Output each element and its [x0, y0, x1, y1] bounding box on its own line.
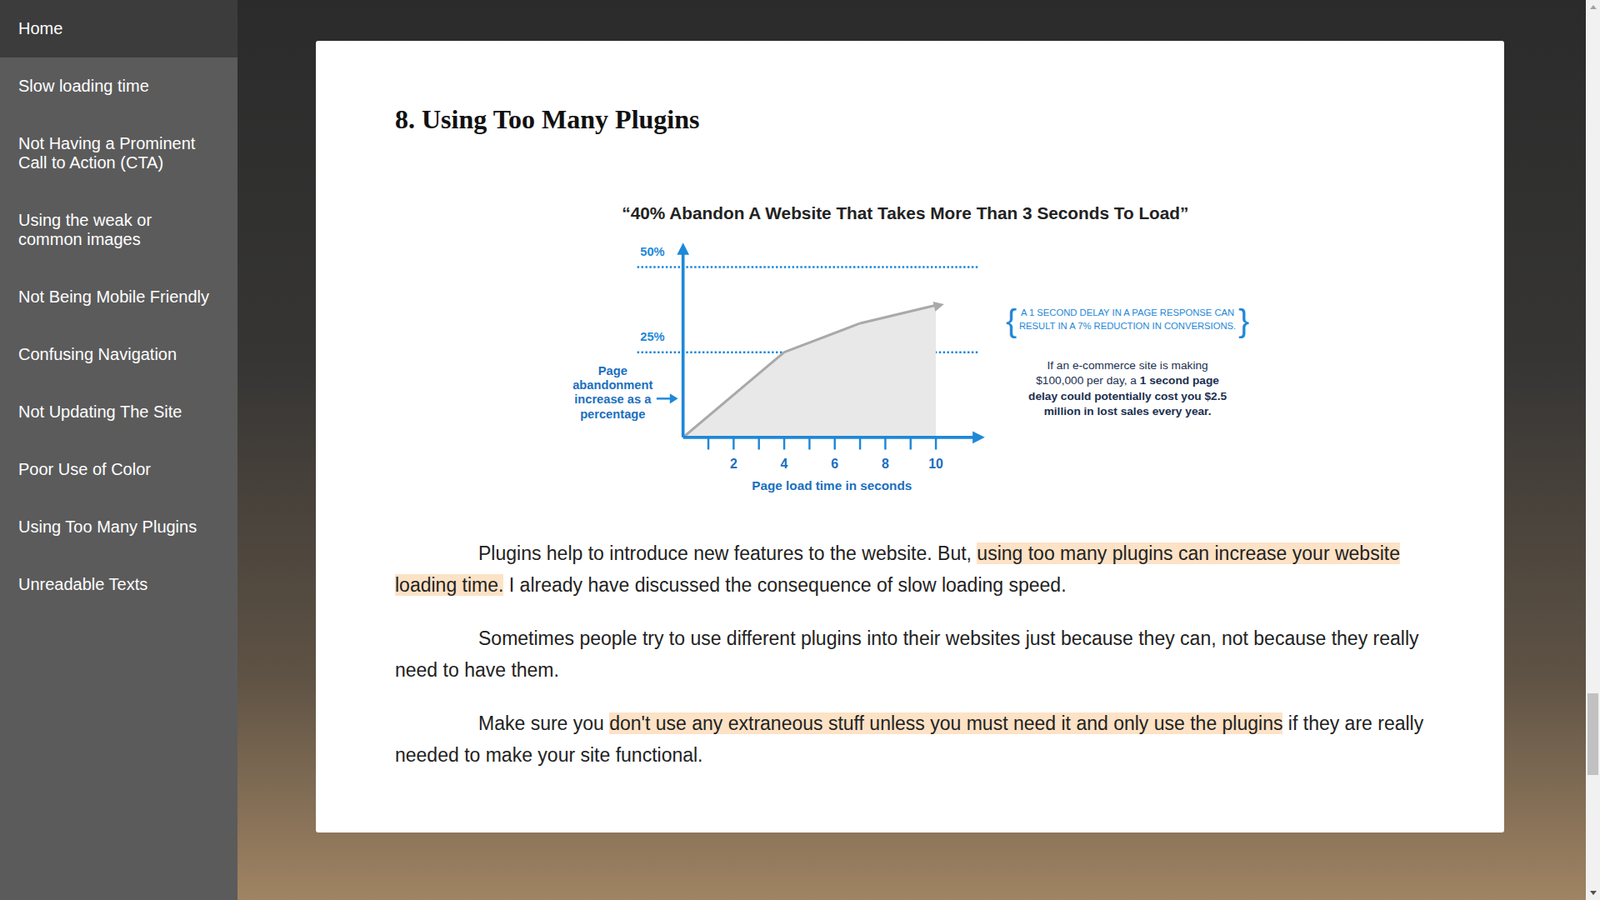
x-axis — [682, 435, 975, 440]
y-axis-label: percentage — [580, 407, 645, 421]
content-area: 8. Using Too Many Plugins “40% Abandon A … — [237, 0, 1586, 900]
x-tick-label: 6 — [830, 456, 839, 471]
sidebar-item[interactable]: Poor Use of Color — [0, 440, 238, 499]
x-axis-arrow-icon — [972, 430, 985, 444]
y-tick-label: 50% — [640, 245, 665, 259]
sidebar-item[interactable]: Slow loading time — [0, 57, 238, 115]
article-body: Plugins help to introduce new features t… — [395, 537, 1425, 771]
note-line: If an e-commerce site is making — [1046, 359, 1208, 372]
y-axis-label: increase as a — [574, 392, 652, 406]
x-tick-label: 4 — [780, 456, 788, 471]
callout-open-brace: { — [1005, 302, 1017, 339]
article-heading: 8. Using Too Many Plugins — [395, 103, 1425, 135]
series-area — [682, 305, 935, 438]
series-segment — [860, 305, 936, 324]
x-tick — [782, 437, 785, 450]
article-card: 8. Using Too Many Plugins “40% Abandon A … — [315, 40, 1505, 833]
paragraph: Plugins help to introduce new features t… — [395, 537, 1425, 601]
x-axis-label: Page load time in seconds — [751, 478, 912, 493]
x-tick-label: 2 — [729, 456, 737, 471]
text: Plugins help to introduce new features t… — [478, 542, 977, 565]
chart-title: “40% Abandon A Website That Takes More T… — [621, 203, 1189, 223]
y-label-arrow-icon — [655, 393, 678, 404]
sidebar-item[interactable]: Using Too Many Plugins — [0, 498, 238, 556]
x-tick — [732, 437, 735, 450]
sidebar-item[interactable]: Not Being Mobile Friendly — [0, 268, 238, 326]
note-line: million in lost sales every year. — [1043, 405, 1211, 418]
sidebar-item[interactable]: Home — [0, 0, 238, 58]
sidebar-item[interactable]: Confusing Navigation — [0, 325, 238, 384]
callout-line: A 1 SECOND DELAY IN A PAGE RESPONSE CAN — [1020, 307, 1234, 318]
scroll-track[interactable] — [1585, 14, 1600, 886]
sidebar-item[interactable]: Unreadable Texts — [0, 555, 238, 614]
x-tick — [706, 437, 709, 450]
note-line: delay could potentially cost you $2.5 — [1028, 390, 1227, 403]
x-tick-label: 10 — [928, 456, 944, 471]
paragraph: Make sure you don't use any extraneous s… — [395, 707, 1425, 771]
callout-line: RESULT IN A 7% REDUCTION IN CONVERSIONS. — [1018, 320, 1235, 331]
scroll-down-button[interactable] — [1585, 885, 1600, 900]
x-tick — [934, 437, 936, 450]
series-segment — [784, 323, 860, 353]
sidebar-item[interactable]: Not Having a Prominent Call to Action (C… — [0, 115, 238, 192]
sidebar-item[interactable]: Not Updating The Site — [0, 383, 238, 441]
x-tick — [909, 437, 911, 450]
sidebar-item[interactable]: Using the weak or common images — [0, 191, 238, 269]
text: Make sure you — [478, 712, 610, 735]
y-axis — [680, 252, 685, 437]
text: I already have discussed the consequence… — [503, 574, 1066, 596]
x-tick — [808, 437, 810, 450]
y-axis-label: Page — [597, 364, 627, 378]
highlighted-text: don't use any extraneous stuff unless yo… — [609, 712, 1283, 735]
paragraph: Sometimes people try to use different pl… — [395, 622, 1425, 686]
series-arrow-icon — [932, 299, 945, 312]
y-gridline: 50% — [636, 245, 980, 267]
page-load-chart: “40% Abandon A Website That Takes More T… — [558, 191, 1263, 498]
series-segment — [682, 352, 784, 438]
scroll-up-icon — [1590, 5, 1597, 10]
scrollbar[interactable] — [1585, 0, 1600, 900]
y-axis-label: abandonment — [572, 378, 653, 392]
x-tick-label: 8 — [880, 456, 889, 471]
text: Sometimes people try to use different pl… — [395, 627, 1420, 681]
note-line: $100,000 per day, a 1 second page — [1035, 374, 1220, 387]
x-tick — [884, 437, 886, 450]
sidebar: HomeSlow loading timeNot Having a Promin… — [0, 0, 238, 900]
page: HomeSlow loading timeNot Having a Promin… — [0, 0, 1600, 900]
x-tick — [833, 437, 835, 450]
scroll-up-button[interactable] — [1585, 0, 1600, 15]
scroll-down-icon — [1590, 890, 1597, 895]
callout-close-brace: } — [1237, 302, 1249, 339]
x-tick — [757, 437, 760, 450]
background-photo: 8. Using Too Many Plugins “40% Abandon A … — [237, 0, 1600, 900]
scroll-thumb[interactable] — [1587, 693, 1599, 775]
y-axis-arrow-icon — [676, 242, 690, 255]
y-tick-label: 25% — [640, 330, 665, 344]
x-tick — [858, 437, 860, 450]
